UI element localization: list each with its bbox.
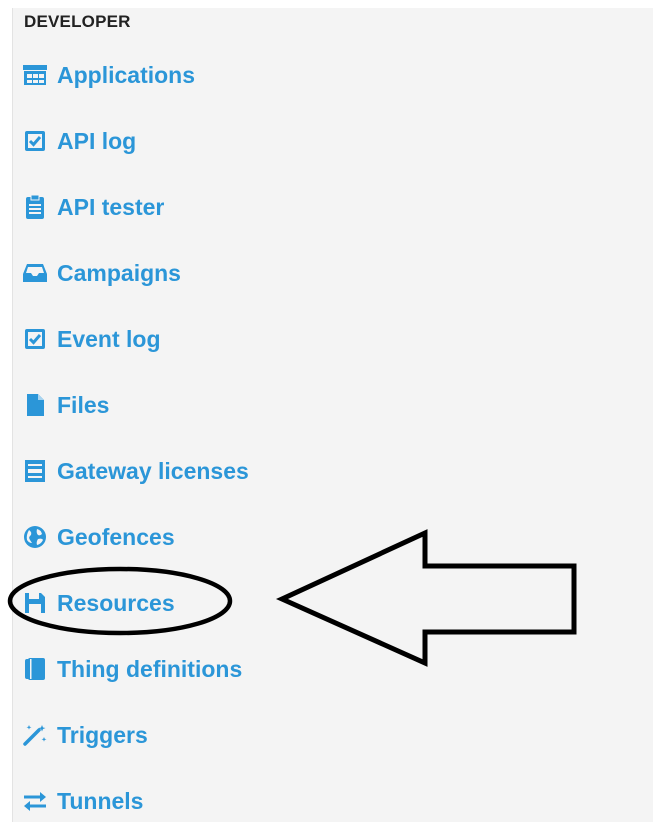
sidebar-item-label: API tester	[57, 193, 165, 220]
checkbox-icon	[22, 327, 48, 351]
sidebar-item-label: Campaigns	[57, 259, 181, 286]
sidebar-item-triggers[interactable]: Triggers	[22, 718, 148, 752]
sidebar-item-label: Gateway licenses	[57, 457, 249, 484]
floppy-disk-icon	[22, 591, 48, 615]
sidebar-item-tunnels[interactable]: Tunnels	[22, 784, 143, 818]
exchange-arrows-icon	[22, 789, 48, 813]
sidebar-item-label: API log	[57, 127, 137, 154]
sidebar-item-label: Event log	[57, 325, 161, 352]
magic-wand-icon	[22, 723, 48, 747]
storefront-icon	[22, 63, 48, 87]
section-title-developer: DEVELOPER	[24, 12, 131, 31]
sidebar-item-label: Resources	[57, 589, 175, 616]
sidebar-item-applications[interactable]: Applications	[22, 58, 195, 92]
sidebar-item-geofences[interactable]: Geofences	[22, 520, 175, 554]
inbox-icon	[22, 261, 48, 285]
book-icon	[22, 657, 48, 681]
sidebar-item-api-tester[interactable]: API tester	[22, 190, 164, 224]
clipboard-icon	[22, 194, 48, 219]
sidebar-item-label: Geofences	[57, 523, 175, 550]
file-icon	[22, 393, 48, 417]
sidebar-item-resources[interactable]: Resources	[22, 586, 175, 620]
sidebar-item-campaigns[interactable]: Campaigns	[22, 256, 181, 290]
sidebar-item-label: Tunnels	[57, 787, 144, 814]
sidebar-item-event-log[interactable]: Event log	[22, 322, 161, 356]
sidebar-item-gateway-licenses[interactable]: Gateway licenses	[22, 454, 249, 488]
sidebar-item-label: Applications	[57, 61, 196, 88]
sidebar-item-label: Thing definitions	[57, 655, 243, 682]
sidebar-item-api-log[interactable]: API log	[22, 124, 136, 158]
list-card-icon	[22, 459, 48, 483]
sidebar-item-label: Triggers	[57, 721, 148, 748]
globe-icon	[22, 525, 48, 549]
sidebar-item-thing-definitions[interactable]: Thing definitions	[22, 652, 242, 686]
checkbox-icon	[22, 129, 48, 153]
sidebar-item-label: Files	[57, 391, 110, 418]
sidebar-item-files[interactable]: Files	[22, 388, 109, 422]
